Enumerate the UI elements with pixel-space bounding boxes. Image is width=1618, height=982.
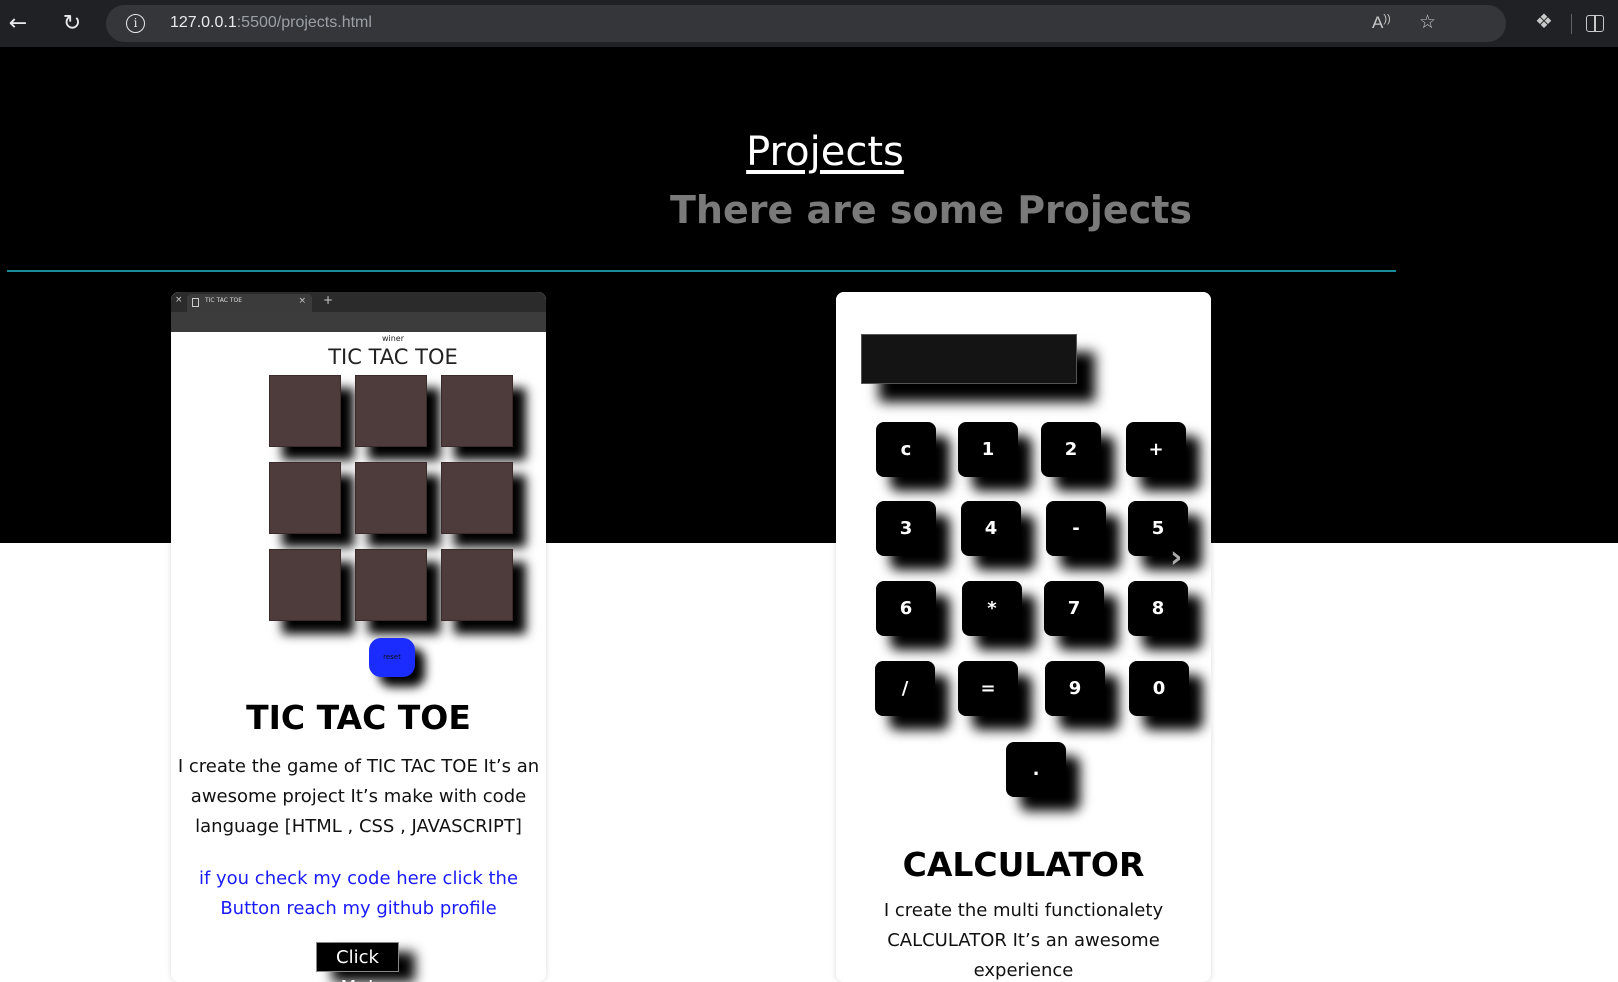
preview-new-tab-icon: + [323,293,334,307]
read-aloud-icon[interactable]: A)) [1372,13,1391,33]
preview-address-bar [171,312,546,332]
reload-icon[interactable]: ↻ [56,8,88,40]
preview-tab-title: TIC TAC TOE [205,297,243,304]
board-cell [269,375,341,447]
board-cell [269,462,341,534]
preview-tab-bar: × TIC TAC TOE × + [171,292,546,312]
page-subtitle: There are some Projects [670,188,1192,232]
calc-key: c [876,422,936,477]
calc-key: 9 [1045,661,1105,716]
board-cell [441,375,513,447]
project-card-calculator: c 1 2 + 3 4 - 5 6 * 7 8 / = 9 0 . › CALC… [836,292,1211,982]
board-cell [441,462,513,534]
preview-reset-button: reset [369,638,415,677]
calc-key: 3 [876,501,936,556]
calc-key: / [875,661,935,716]
preview-winner-label: winer [381,334,405,343]
toolbar-separator [1571,14,1572,34]
calc-key: = [958,661,1018,716]
page-title: Projects [746,129,904,175]
calc-key: 6 [876,581,936,636]
back-arrow-icon[interactable]: ← [2,8,34,40]
chevron-right-icon[interactable]: › [1170,540,1182,575]
preview-tab-close-icon: × [298,296,306,306]
browser-toolbar: ← ↻ i 127.0.0.1:5500/projects.html A)) ☆… [0,0,1618,47]
extensions-icon[interactable]: ❖ [1535,9,1553,33]
file-icon [192,298,199,307]
calc-key: 1 [958,422,1018,477]
project-title: TIC TAC TOE [246,698,471,737]
calc-key: 7 [1044,581,1104,636]
calc-key: 0 [1129,661,1189,716]
board-cell [355,462,427,534]
project-description: I create the game of TIC TAC TOE It’s an… [177,756,540,837]
board-cell [441,549,513,621]
calc-key: . [1006,742,1066,797]
calc-key: - [1046,501,1106,556]
calculator-display [861,334,1077,384]
section-divider [7,270,1396,272]
board-cell [269,549,341,621]
project-title: CALCULATOR [902,845,1145,884]
calc-key: 8 [1128,581,1188,636]
calc-key: 2 [1041,422,1101,477]
github-link[interactable]: if you check my code here click the Butt… [171,864,546,924]
project-description: I create the multi functionalety CALCULA… [883,900,1164,981]
favorite-star-icon[interactable]: ☆ [1419,11,1436,33]
url-text[interactable]: 127.0.0.1:5500/projects.html [170,14,372,32]
info-icon[interactable]: i [126,14,145,33]
tictactoe-screenshot: × TIC TAC TOE × + winer TIC TAC TOE rese… [171,292,546,692]
board-cell [355,549,427,621]
board-cell [355,375,427,447]
preview-close-icon: × [175,295,183,305]
split-screen-icon[interactable] [1586,15,1604,32]
address-bar[interactable]: i 127.0.0.1:5500/projects.html A)) ☆ [106,5,1506,42]
calculator-screenshot: c 1 2 + 3 4 - 5 6 * 7 8 / = 9 0 . › [836,292,1211,800]
calc-key: + [1126,422,1186,477]
calc-key: 4 [961,501,1021,556]
calc-key: * [962,581,1022,636]
preview-tab: TIC TAC TOE × [187,294,312,312]
project-card-tictactoe: × TIC TAC TOE × + winer TIC TAC TOE rese… [171,292,546,982]
click-me-button[interactable]: Click Me! [316,942,399,982]
preview-game-title: TIC TAC TOE [328,345,458,369]
